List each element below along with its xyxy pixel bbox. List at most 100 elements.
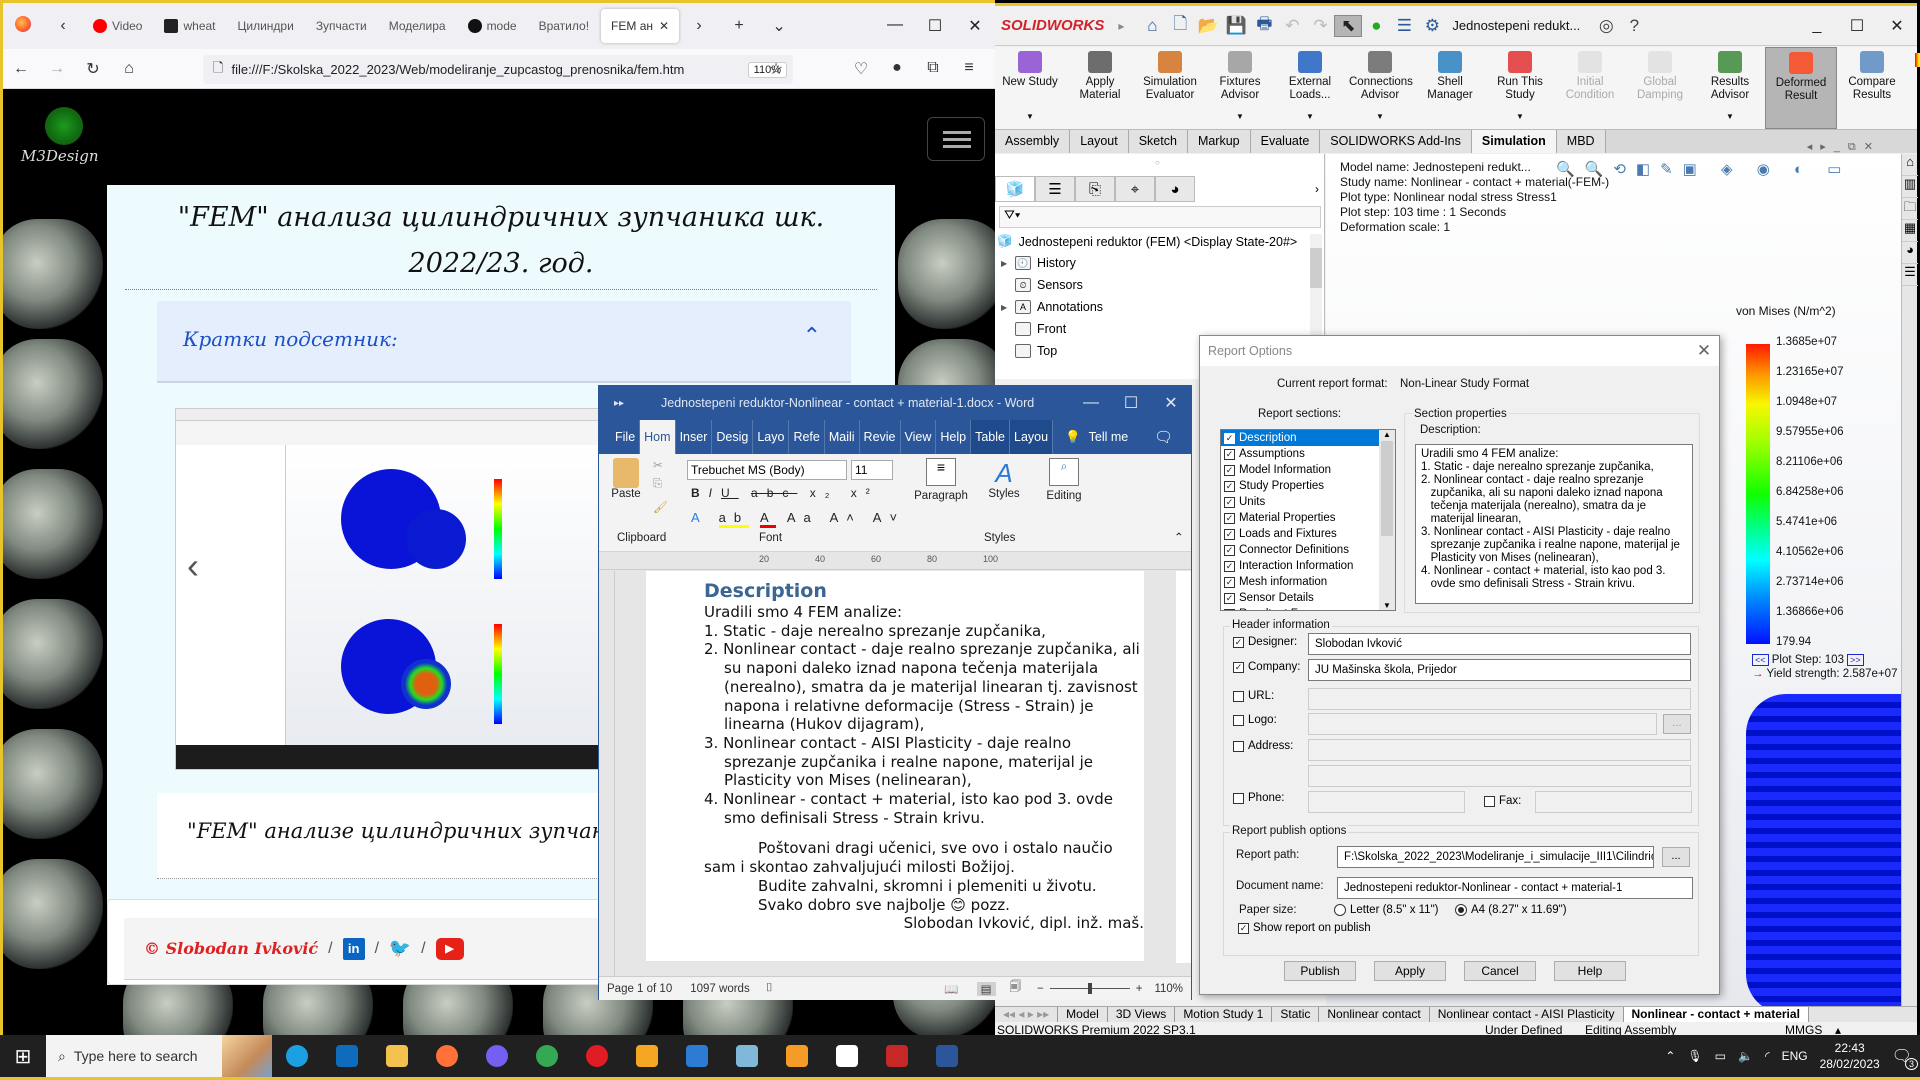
external-loads-button[interactable]: External Loads... ▼ (1275, 47, 1345, 129)
taskbar-paint[interactable] (722, 1034, 772, 1079)
section-item[interactable]: ✓ Resultant Forces (1221, 606, 1379, 610)
model-tab[interactable]: 3D Views (1108, 1007, 1176, 1022)
cancel-button[interactable]: Cancel (1464, 961, 1536, 981)
tabs-scroll-right-icon[interactable]: › (679, 17, 719, 35)
close-button[interactable]: ✕ (1151, 393, 1191, 413)
browser-tab[interactable]: Моделира (379, 9, 456, 43)
checkbox-icon[interactable]: ✓ (1224, 496, 1235, 508)
word-tab[interactable]: Layo (753, 420, 790, 454)
design-library-icon[interactable]: ▥ (1902, 176, 1918, 198)
address-field-2[interactable] (1308, 765, 1691, 787)
tree-item-front[interactable]: Front (1001, 322, 1066, 336)
font-color-buttons[interactable]: A ab A Aa A˄ A˅ (691, 510, 905, 528)
url-text[interactable]: file:///F:/Skolska_2022_2023/Web/modelir… (231, 62, 721, 77)
apply-material-button[interactable]: Apply Material (1065, 47, 1135, 129)
new-document-icon[interactable]: 🗋 (1166, 11, 1194, 40)
show-hidden-icons[interactable]: ⌃ (1665, 1049, 1675, 1063)
list-all-tabs-icon[interactable]: ⌄ (759, 16, 799, 36)
global-damping-button[interactable]: Global Damping (1625, 47, 1695, 129)
tree-item-top[interactable]: Top (1001, 344, 1057, 358)
report-sections-list[interactable]: ✓ Description ✓ Assumptions ✓ Model Informati… (1220, 429, 1396, 611)
checkbox-icon[interactable]: ✓ (1224, 480, 1235, 492)
logo-field[interactable] (1308, 713, 1657, 735)
designer-field[interactable]: Slobodan Ivković (1308, 633, 1691, 655)
tree-filter[interactable]: ⛛▾ (999, 206, 1321, 228)
simulation-evaluator-button[interactable]: Simulation Evaluator (1135, 47, 1205, 129)
taskbar-sublime[interactable] (772, 1034, 822, 1079)
close-button[interactable]: ✕ (955, 16, 995, 36)
close-tab-icon[interactable]: ✕ (659, 19, 669, 33)
section-item[interactable]: ✓ Material Properties (1221, 510, 1379, 526)
model-tab[interactable]: Static (1272, 1007, 1320, 1022)
close-icon[interactable]: ✕ (1689, 341, 1719, 361)
address-checkbox[interactable]: Address: (1233, 740, 1293, 752)
read-mode-icon[interactable]: 📖 (944, 982, 958, 996)
chevron-up-icon[interactable]: ⌃ (803, 323, 821, 349)
clock[interactable]: 22:43 28/02/2023 (1820, 1040, 1880, 1072)
dropdown-arrow-icon[interactable]: ▼ (1236, 110, 1244, 123)
document-text[interactable]: Description Uradili smo 4 FEM analize: 1… (704, 579, 1144, 933)
microphone-icon[interactable]: 🎙 (1687, 1049, 1702, 1063)
page-count[interactable]: Page 1 of 10 (607, 983, 672, 995)
cut-icon[interactable]: ✂ (653, 458, 663, 472)
expand-arrow-icon[interactable]: ▶ (1001, 259, 1009, 268)
word-tab[interactable]: Table (971, 420, 1010, 454)
document-area[interactable]: Description Uradili smo 4 FEM analize: 1… (599, 571, 1191, 976)
proofing-icon[interactable]: ⌷ (766, 982, 773, 995)
dropdown-arrow-icon[interactable]: ▼ (1376, 110, 1384, 123)
show-report-checkbox[interactable]: ✓ Show report on publish (1238, 922, 1371, 934)
browser-tab[interactable]: Цилиндри (228, 9, 304, 43)
file-properties-icon[interactable]: ☰ (1390, 16, 1418, 36)
taskbar-notepad[interactable] (822, 1034, 872, 1079)
description-textarea[interactable]: Uradili smo 4 FEM analize: 1. Static - d… (1415, 444, 1693, 604)
compare-results-button[interactable]: Compare Results (1837, 47, 1907, 129)
twitter-icon[interactable]: 🐦 (389, 938, 411, 960)
plot-tools-button[interactable]: Plot Tools▼ (1907, 47, 1920, 129)
styles-button[interactable]: A Styles (979, 458, 1029, 500)
tab-nav-arrows[interactable]: ◂◂ ◂ ▸ ▸▸ (995, 1007, 1059, 1022)
paste-button[interactable]: Paste (609, 458, 643, 500)
font-name-dropdown[interactable]: Trebuchet MS (Body) (687, 460, 847, 480)
tab-solidworks-add-ins[interactable]: SOLIDWORKS Add-Ins (1320, 130, 1472, 153)
zoom-in-button[interactable]: + (1136, 983, 1143, 995)
checkbox-icon[interactable]: ✓ (1224, 448, 1235, 460)
word-tab[interactable]: Layou (1010, 420, 1054, 454)
property-manager-tab-icon[interactable]: ☰ (1035, 176, 1075, 202)
taskbar-word[interactable] (922, 1034, 972, 1079)
taskbar-search[interactable]: ⌕ Type here to search (46, 1035, 272, 1077)
deformed-result-button[interactable]: Deformed Result (1765, 47, 1837, 129)
url-field[interactable] (1308, 688, 1691, 710)
phone-field[interactable] (1308, 791, 1465, 813)
dropdown-arrow-icon[interactable]: ▼ (1026, 110, 1034, 123)
phone-checkbox[interactable]: Phone: (1233, 792, 1284, 804)
section-item[interactable]: ✓ Mesh information (1221, 574, 1379, 590)
tree-item-history[interactable]: ▶ 🕘 History (1001, 256, 1076, 270)
taskbar-chrome[interactable] (522, 1034, 572, 1079)
word-count[interactable]: 1097 words (690, 983, 749, 995)
windows-start-icon[interactable]: ⊞ (0, 1044, 46, 1069)
sections-scrollbar[interactable]: ▲ ▼ (1379, 430, 1395, 610)
accordion-header[interactable]: Кратки подсетник: ⌃ (157, 301, 851, 383)
word-tab[interactable]: Refe (789, 420, 825, 454)
file-explorer-icon[interactable]: 🗀 (1902, 198, 1918, 220)
tree-item-annotations[interactable]: ▶ A Annotations (1001, 300, 1103, 314)
tree-root[interactable]: 🧊 Jednostepeni reduktor (FEM) <Display St… (997, 234, 1297, 249)
checkbox-icon[interactable]: ✓ (1224, 592, 1235, 604)
feature-manager-tab-icon[interactable]: 🧊 (995, 176, 1035, 202)
company-field[interactable]: JU Mašinska škola, Prijedor (1308, 659, 1691, 681)
report-path-field[interactable]: F:\Skolska_2022_2023\Modeliranje_i_simul… (1337, 846, 1654, 868)
user-account-icon[interactable]: ◎ (1592, 16, 1620, 36)
word-tab[interactable]: File (611, 420, 641, 454)
word-tab[interactable]: View (901, 420, 937, 454)
close-button[interactable]: ✕ (1877, 16, 1917, 36)
help-icon[interactable]: ? (1620, 16, 1648, 36)
taskbar-firefox[interactable] (422, 1034, 472, 1079)
custom-properties-icon[interactable]: ☰ (1902, 264, 1918, 286)
quick-access-expand-icon[interactable]: ▸▸ (599, 398, 639, 409)
checkbox-icon[interactable]: ✓ (1224, 576, 1235, 588)
dropdown-arrow-icon[interactable]: ▼ (1306, 110, 1314, 123)
minimize-button[interactable]: _ (1797, 17, 1837, 35)
next-step-button[interactable]: >> (1847, 654, 1864, 666)
checkbox-icon[interactable]: ✓ (1224, 560, 1235, 572)
extensions-icon[interactable]: ⧉ (915, 59, 951, 79)
